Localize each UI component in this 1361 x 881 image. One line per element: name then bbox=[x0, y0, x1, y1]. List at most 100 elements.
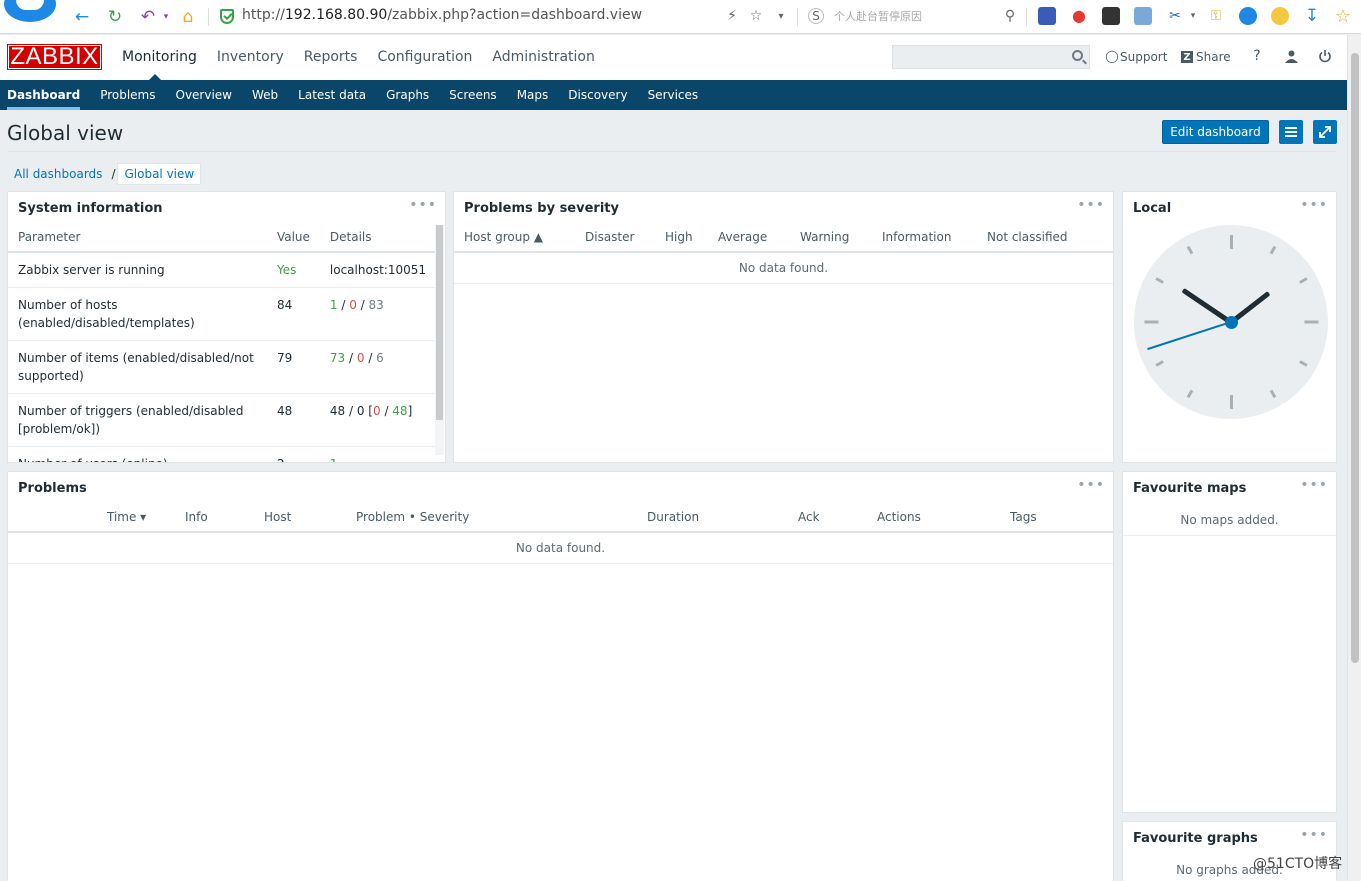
breadcrumb-all-dashboards[interactable]: All dashboards bbox=[7, 167, 109, 181]
menu-configuration[interactable]: Configuration bbox=[377, 49, 472, 65]
breadcrumb-current[interactable]: Global view bbox=[117, 163, 202, 185]
widget-menu-dots-icon[interactable]: ••• bbox=[1077, 197, 1105, 213]
widget-title: System information bbox=[18, 201, 163, 216]
menu-inventory[interactable]: Inventory bbox=[217, 49, 284, 65]
severity-table: Host group ▲ Disaster High Average Warni… bbox=[454, 222, 1113, 253]
column-header: Parameter bbox=[8, 222, 267, 253]
user-profile-icon[interactable] bbox=[1283, 48, 1299, 64]
back-arrow-icon[interactable]: ← bbox=[71, 6, 93, 28]
widget-header: Problems by severity ••• bbox=[454, 192, 1113, 222]
edit-dashboard-button[interactable]: Edit dashboard bbox=[1162, 120, 1269, 144]
subnav-overview[interactable]: Overview bbox=[176, 80, 233, 110]
subnav-maps[interactable]: Maps bbox=[517, 80, 549, 110]
empty-message: No data found. bbox=[8, 533, 1113, 564]
value-cell: Yes bbox=[266, 252, 320, 288]
page-scrollbar[interactable] bbox=[1347, 35, 1361, 881]
key-icon[interactable]: ⚿ bbox=[1207, 7, 1225, 25]
param-cell: Number of triggers (enabled/disabled [pr… bbox=[8, 393, 267, 447]
search-icon[interactable] bbox=[1072, 50, 1083, 61]
main-header: ZABBIX Monitoring Inventory Reports Conf… bbox=[0, 35, 1347, 81]
dashboard-actions-menu-icon[interactable] bbox=[1279, 120, 1303, 144]
widget-menu-dots-icon[interactable]: ••• bbox=[1300, 827, 1328, 843]
extension-search-icon[interactable] bbox=[1239, 7, 1257, 25]
table-row: Number of hosts (enabled/disabled/templa… bbox=[8, 287, 436, 341]
page-scrollbar-thumb[interactable] bbox=[1351, 53, 1359, 663]
zabbix-logo[interactable]: ZABBIX bbox=[7, 43, 102, 70]
widget-scrollbar-thumb[interactable] bbox=[436, 225, 443, 420]
scissors-dropdown-icon[interactable]: ▾ bbox=[1184, 7, 1202, 25]
subnav-services[interactable]: Services bbox=[648, 80, 699, 110]
search-icon[interactable]: ⚲ bbox=[1001, 7, 1019, 25]
widget-title: Problems by severity bbox=[464, 201, 619, 216]
param-cell: Number of hosts (enabled/disabled/templa… bbox=[8, 287, 267, 341]
column-header: Disaster bbox=[575, 222, 655, 253]
search-engine-icon[interactable]: S bbox=[808, 8, 824, 24]
column-header: Average bbox=[708, 222, 790, 253]
param-cell: Number of items (enabled/disabled/not su… bbox=[8, 340, 267, 394]
subnav-web[interactable]: Web bbox=[252, 80, 278, 110]
widget-menu-dots-icon[interactable]: ••• bbox=[409, 197, 437, 213]
lightning-icon[interactable]: ⚡ bbox=[723, 7, 741, 25]
breadcrumb-separator: / bbox=[111, 167, 116, 181]
column-header: Information bbox=[872, 222, 977, 253]
menu-monitoring[interactable]: Monitoring bbox=[122, 49, 197, 65]
widget-header: Favourite graphs ••• bbox=[1123, 822, 1336, 852]
column-time[interactable]: Time ▾ bbox=[97, 502, 175, 533]
widget-problems-by-severity: Problems by severity ••• Host group ▲ Di… bbox=[453, 191, 1114, 463]
table-header-row: Time ▾ Info Host Problem • Severity Dura… bbox=[8, 502, 1113, 533]
reload-icon[interactable]: ↻ bbox=[104, 6, 126, 28]
column-header: Host bbox=[254, 502, 346, 533]
problems-table: Time ▾ Info Host Problem • Severity Dura… bbox=[8, 502, 1113, 533]
table-row: Number of users (online) 2 1 bbox=[8, 446, 436, 462]
widget-menu-dots-icon[interactable]: ••• bbox=[1077, 477, 1105, 493]
support-link[interactable]: Support bbox=[1120, 50, 1167, 64]
details-cell: 73 / 0 / 6 bbox=[319, 340, 436, 394]
subnav-dashboard[interactable]: Dashboard bbox=[7, 80, 81, 110]
widget-menu-dots-icon[interactable]: ••• bbox=[1300, 477, 1328, 493]
column-header: Problem • Severity bbox=[346, 502, 637, 533]
column-host-group[interactable]: Host group ▲ bbox=[454, 222, 575, 253]
home-icon[interactable]: ⌂ bbox=[177, 6, 199, 28]
browser-logo-icon bbox=[4, 0, 56, 22]
emoji-icon[interactable] bbox=[1271, 7, 1289, 25]
widget-title: Favourite maps bbox=[1133, 481, 1247, 496]
details-cell: 1 / 0 / 83 bbox=[319, 287, 436, 341]
widget-header: Favourite maps ••• bbox=[1123, 472, 1336, 502]
fullscreen-icon[interactable] bbox=[1313, 120, 1337, 144]
security-shield-icon bbox=[220, 9, 234, 24]
subnav-graphs[interactable]: Graphs bbox=[386, 80, 429, 110]
details-cell: 1 bbox=[319, 446, 436, 462]
menu-administration[interactable]: Administration bbox=[492, 49, 594, 65]
widget-menu-dots-icon[interactable]: ••• bbox=[1300, 197, 1328, 213]
extension-translate-icon[interactable] bbox=[1038, 7, 1056, 25]
separator bbox=[1026, 8, 1027, 26]
global-search-input[interactable] bbox=[892, 45, 1090, 69]
download-icon[interactable]: ↧ bbox=[1303, 6, 1321, 26]
undo-dropdown-icon[interactable]: ▾ bbox=[155, 6, 177, 28]
menu-reports[interactable]: Reports bbox=[304, 49, 358, 65]
widget-clock: Local ••• bbox=[1122, 191, 1337, 463]
signout-power-icon[interactable] bbox=[1317, 48, 1333, 64]
extension-grid-icon[interactable] bbox=[1102, 7, 1120, 25]
browser-search-input[interactable]: 个人赴台暂停原因 bbox=[834, 8, 922, 24]
value-cell: 79 bbox=[266, 340, 320, 394]
subnav-latest-data[interactable]: Latest data bbox=[298, 80, 366, 110]
bookmark-star-icon[interactable]: ☆ bbox=[747, 7, 765, 25]
subnav-problems[interactable]: Problems bbox=[100, 80, 155, 110]
extension-screen-icon[interactable] bbox=[1134, 7, 1152, 25]
widget-system-information: System information ••• Parameter Value D… bbox=[7, 191, 446, 463]
table-row: Number of items (enabled/disabled/not su… bbox=[8, 340, 436, 394]
map-pin-icon[interactable]: ● bbox=[1070, 7, 1088, 25]
chevron-down-icon[interactable]: ▾ bbox=[772, 7, 790, 25]
address-bar[interactable]: http://192.168.80.90/zabbix.php?action=d… bbox=[242, 7, 642, 23]
widget-header: Local ••• bbox=[1123, 192, 1336, 222]
favorites-star-icon[interactable]: ☆ bbox=[1334, 6, 1352, 27]
subnav-discovery[interactable]: Discovery bbox=[568, 80, 627, 110]
subnav-screens[interactable]: Screens bbox=[449, 80, 497, 110]
help-icon[interactable]: ? bbox=[1249, 48, 1265, 64]
separator bbox=[208, 8, 209, 26]
table-row: Number of triggers (enabled/disabled [pr… bbox=[8, 393, 436, 447]
share-link[interactable]: Share bbox=[1196, 50, 1231, 64]
widget-scrollbar[interactable] bbox=[435, 225, 444, 455]
scissors-icon[interactable]: ✂ bbox=[1166, 7, 1184, 25]
